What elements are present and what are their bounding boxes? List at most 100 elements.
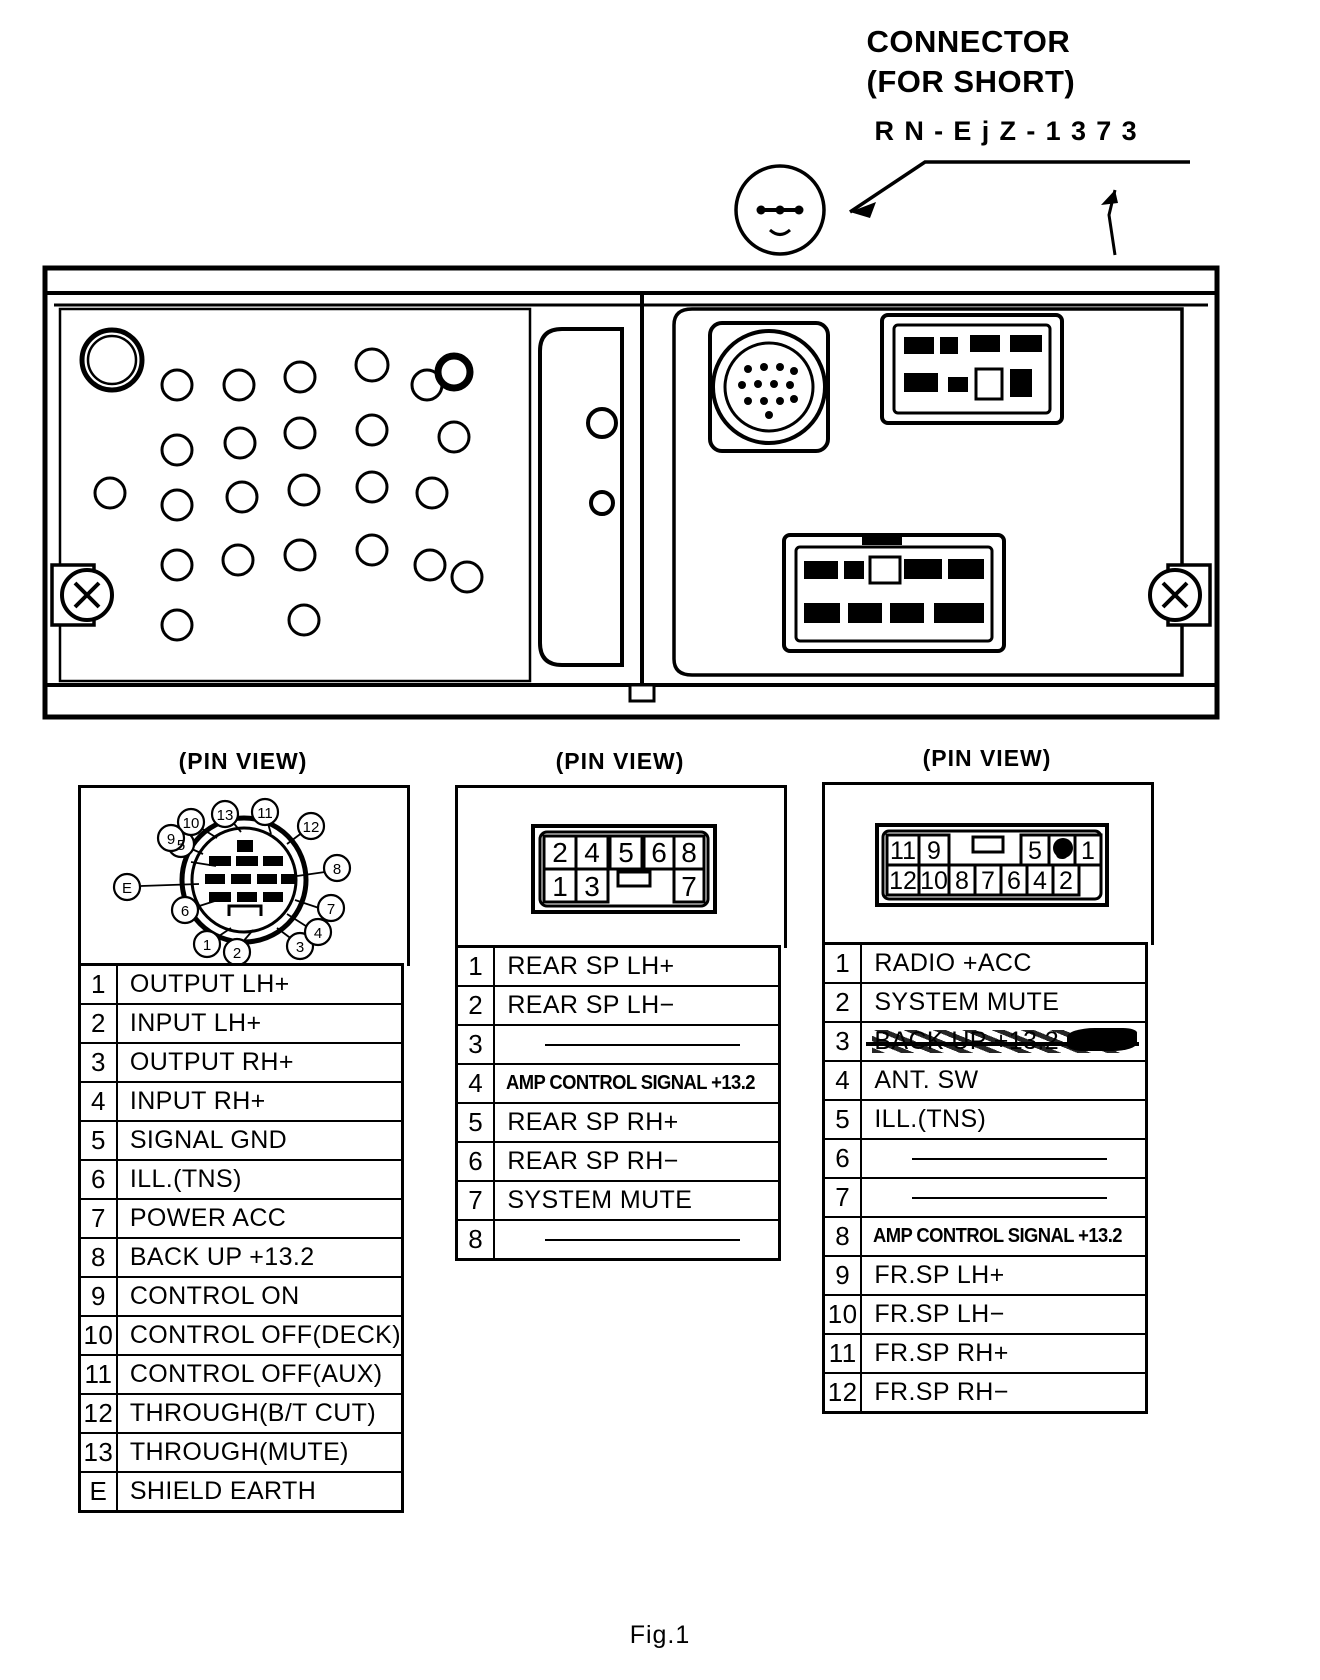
- pin-number: 11: [822, 1333, 863, 1374]
- pin-number: 6: [822, 1138, 863, 1179]
- table-row: 7: [822, 1177, 1148, 1218]
- svg-text:4: 4: [314, 925, 322, 942]
- svg-text:1: 1: [1081, 837, 1095, 865]
- pin-signal: BACK UP +13.2: [860, 1021, 1148, 1062]
- table-row: 2 REAR SP LH−: [455, 985, 781, 1026]
- svg-text:3: 3: [296, 939, 304, 956]
- pin-signal: RADIO +ACC: [860, 942, 1148, 984]
- pin-number: E: [78, 1471, 118, 1513]
- table-row: 11 CONTROL OFF(AUX): [78, 1354, 404, 1395]
- pin-signal: AMP CONTROL SIGNAL +13.2: [860, 1216, 1125, 1257]
- pin-view-caption-middle: (PIN VIEW): [555, 748, 685, 774]
- pin-signal: POWER ACC: [115, 1198, 404, 1239]
- table-row: 8: [455, 1219, 781, 1261]
- pin-number: 5: [822, 1099, 863, 1140]
- pin-signal: CONTROL OFF(DECK): [115, 1315, 404, 1356]
- table-row: 12 FR.SP RH−: [822, 1372, 1148, 1414]
- short-connector-icon: [734, 164, 826, 256]
- pin-signal: OUTPUT RH+: [115, 1042, 404, 1083]
- table-row: 5 REAR SP RH+: [455, 1102, 781, 1143]
- table-row: 10 FR.SP LH−: [822, 1294, 1148, 1335]
- blank-dash: [912, 1157, 1108, 1160]
- table-row: 1 REAR SP LH+: [455, 945, 781, 987]
- pin-signal: SYSTEM MUTE: [860, 982, 1148, 1023]
- pin-number: 1: [455, 945, 496, 987]
- table-row: 5 SIGNAL GND: [78, 1120, 404, 1161]
- pin-signal: AMP CONTROL SIGNAL +13.2: [493, 1063, 758, 1104]
- table-row: 6: [822, 1138, 1148, 1179]
- svg-text:11: 11: [890, 837, 916, 865]
- pin-number: 13: [78, 1432, 118, 1473]
- pin-number: 9: [78, 1276, 118, 1317]
- svg-text:9: 9: [927, 837, 941, 865]
- pin-signal: REAR SP LH−: [493, 985, 781, 1026]
- pin-signal: REAR SP RH+: [493, 1102, 781, 1143]
- din-pin-table: 1 OUTPUT LH+ 2 INPUT LH+ 3 OUTPUT RH+ 4 INPUT R…: [78, 963, 404, 1513]
- svg-text:4: 4: [584, 837, 600, 868]
- pin-number: 6: [78, 1159, 118, 1200]
- leader-line-arrow: [849, 160, 1190, 218]
- pin-signal: [493, 1024, 781, 1065]
- table-row: 6 REAR SP RH−: [455, 1141, 781, 1182]
- svg-text:2: 2: [1059, 867, 1073, 895]
- table-row: 9 FR.SP LH+: [822, 1255, 1148, 1296]
- pin-signal: THROUGH(B/T CUT): [115, 1393, 404, 1434]
- pin-signal: ILL.(TNS): [860, 1099, 1148, 1140]
- pin-number: 1: [822, 942, 863, 984]
- table-row: 7 SYSTEM MUTE: [455, 1180, 781, 1221]
- svg-text:5: 5: [618, 837, 634, 868]
- svg-text:2: 2: [552, 837, 568, 868]
- pin-number: 3: [78, 1042, 118, 1083]
- pin-signal: INPUT RH+: [115, 1081, 404, 1122]
- pin-number: 8: [455, 1219, 496, 1261]
- blank-dash: [545, 1238, 741, 1241]
- pin-number: 3: [822, 1021, 863, 1062]
- svg-text:7: 7: [681, 871, 697, 902]
- head-unit-rear-panel: [42, 265, 1220, 720]
- table-row: 3: [455, 1024, 781, 1065]
- right-pointer-arrow: [1101, 189, 1118, 256]
- pin-signal: [860, 1177, 1148, 1218]
- table-row: 4 AMP CONTROL SIGNAL +13.2: [455, 1063, 780, 1104]
- table-row: 10 CONTROL OFF(DECK): [78, 1315, 404, 1356]
- conn8-pin-table: 1 REAR SP LH+ 2 REAR SP LH− 3 4 AMP CONTROL SI…: [455, 945, 781, 1261]
- din-connector-pinout: E 5 61 2 3 47 8 12 11 13 10 9: [112, 797, 352, 967]
- pin-view-caption-right: (PIN VIEW): [922, 745, 1052, 771]
- pin-number: 1: [78, 963, 118, 1005]
- svg-text:8: 8: [681, 837, 697, 868]
- conn8-pin-diagram-box: 245 68 13 7: [455, 785, 787, 948]
- svg-text:4: 4: [1033, 867, 1047, 895]
- pin-signal: ANT. SW: [860, 1060, 1148, 1101]
- blank-dash: [912, 1196, 1108, 1199]
- svg-text:6: 6: [651, 837, 667, 868]
- pin-number: 7: [78, 1198, 118, 1239]
- connector-title-line1: CONNECTOR: [866, 24, 1071, 59]
- table-row: 8 AMP CONTROL SIGNAL +13.2: [822, 1216, 1147, 1257]
- pin-number: 4: [78, 1081, 118, 1122]
- pin-number: 3: [455, 1024, 496, 1065]
- table-row: 5 ILL.(TNS): [822, 1099, 1148, 1140]
- pin-signal: FR.SP LH−: [860, 1294, 1148, 1335]
- conn12-pin-table: 1RADIO +ACC2SYSTEM MUTE3BACK UP +13.24AN…: [822, 942, 1148, 1414]
- pin-number: 12: [78, 1393, 118, 1434]
- pin-signal: SYSTEM MUTE: [493, 1180, 781, 1221]
- svg-text:8: 8: [955, 867, 969, 895]
- svg-text:3: 3: [1055, 837, 1069, 865]
- table-row: 13 THROUGH(MUTE): [78, 1432, 404, 1473]
- pin-signal: SHIELD EARTH: [115, 1471, 404, 1513]
- svg-text:9: 9: [167, 831, 175, 848]
- svg-text:E: E: [122, 880, 132, 897]
- svg-text:1: 1: [552, 871, 568, 902]
- pin-signal: BACK UP +13.2: [115, 1237, 404, 1278]
- svg-text:6: 6: [181, 903, 189, 920]
- figure-caption: Fig.1: [629, 1621, 691, 1649]
- din-pin-diagram-box: E 5 61 2 3 47 8 12 11 13 10 9: [78, 785, 410, 967]
- table-row: 1 OUTPUT LH+: [78, 963, 404, 1005]
- svg-text:8: 8: [333, 861, 341, 878]
- pin-number: 10: [822, 1294, 863, 1335]
- svg-text:5: 5: [1028, 837, 1042, 865]
- conn8-connector-pinout: 245 68 13 7: [531, 824, 717, 914]
- table-row: 9 CONTROL ON: [78, 1276, 404, 1317]
- pin-signal: REAR SP RH−: [493, 1141, 781, 1182]
- table-row: 11 FR.SP RH+: [822, 1333, 1148, 1374]
